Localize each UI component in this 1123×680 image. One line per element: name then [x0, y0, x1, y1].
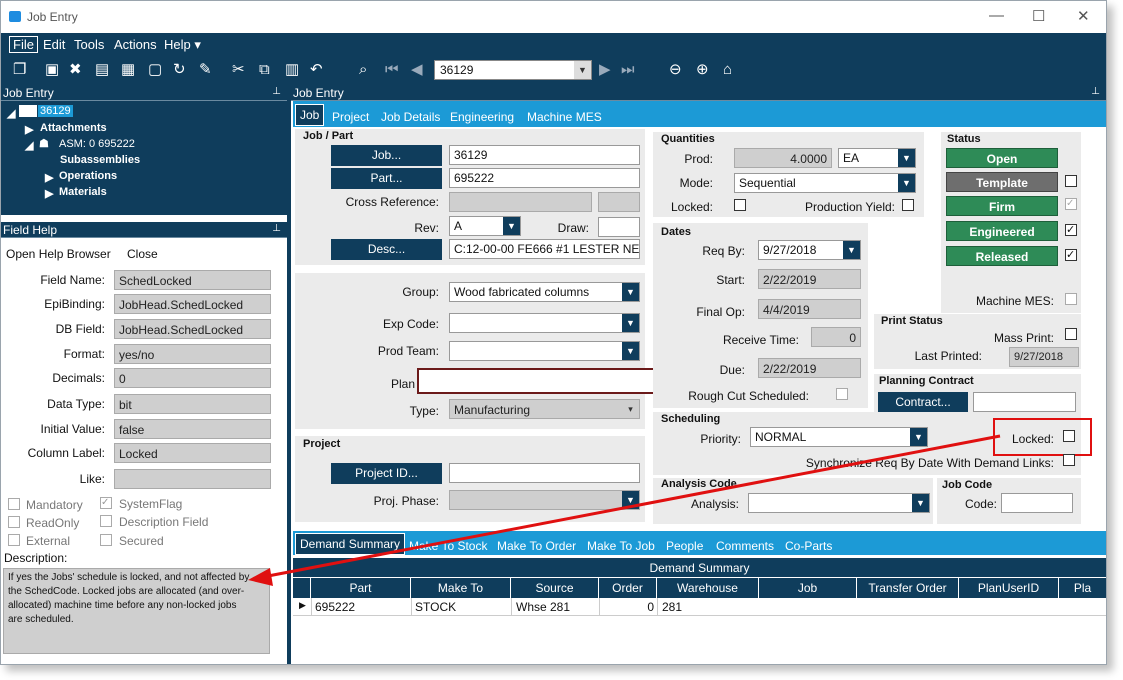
annotation-arrow-line	[267, 434, 1001, 578]
annotation-arrow	[248, 434, 1001, 586]
annotation-arrow-head	[248, 568, 273, 586]
